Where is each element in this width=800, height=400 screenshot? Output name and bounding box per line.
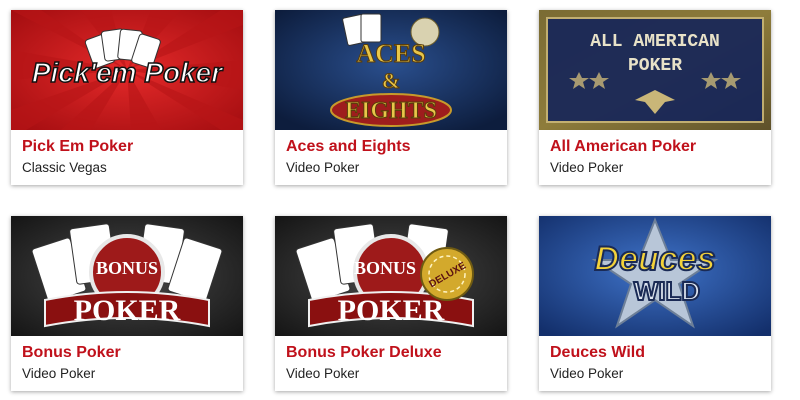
game-card-deuces-wild[interactable]: Deuces WILD Deuces Wild Video Poker	[539, 216, 771, 391]
game-title[interactable]: Bonus Poker Deluxe	[286, 344, 442, 362]
game-thumbnail[interactable]: Pick'em Poker	[11, 10, 243, 130]
game-category: Video Poker	[550, 160, 624, 175]
svg-text:POKER: POKER	[628, 56, 682, 76]
game-category: Video Poker	[550, 366, 624, 381]
game-category: Video Poker	[286, 366, 360, 381]
svg-text:ALL AMERICAN: ALL AMERICAN	[590, 32, 720, 52]
game-title[interactable]: Bonus Poker	[22, 344, 121, 362]
game-card-bonus-poker[interactable]: BONUS POKER Bonus Poker Video Poker	[11, 216, 243, 391]
svg-text:WILD: WILD	[634, 276, 700, 306]
game-category: Classic Vegas	[22, 160, 107, 175]
svg-text:BONUS: BONUS	[354, 258, 416, 278]
game-card-pick-em-poker[interactable]: Pick'em Poker Pick Em Poker Classic Vega…	[11, 10, 243, 185]
game-logo-text: Pick'em Poker	[32, 57, 224, 88]
game-title[interactable]: All American Poker	[550, 138, 696, 156]
game-card-aces-and-eights[interactable]: ACES & EIGHTS Aces and Eights Video Poke…	[275, 10, 507, 185]
game-title[interactable]: Deuces Wild	[550, 344, 645, 362]
svg-text:ACES: ACES	[356, 39, 425, 68]
svg-text:POKER: POKER	[74, 294, 181, 327]
svg-text:POKER: POKER	[338, 294, 445, 327]
svg-text:EIGHTS: EIGHTS	[345, 98, 437, 124]
svg-text:&: &	[382, 68, 400, 93]
game-thumbnail[interactable]: ACES & EIGHTS	[275, 10, 507, 130]
game-grid: Pick'em Poker Pick Em Poker Classic Vega…	[0, 0, 800, 400]
game-category: Video Poker	[286, 160, 360, 175]
game-title[interactable]: Aces and Eights	[286, 138, 410, 156]
game-thumbnail[interactable]: BONUS POKER DELUXE	[275, 216, 507, 336]
svg-text:Deuces: Deuces	[595, 240, 716, 278]
game-card-all-american-poker[interactable]: ALL AMERICAN POKER All American Poker Vi…	[539, 10, 771, 185]
game-thumbnail[interactable]: ALL AMERICAN POKER	[539, 10, 771, 130]
game-category: Video Poker	[22, 366, 96, 381]
game-thumbnail[interactable]: BONUS POKER	[11, 216, 243, 336]
game-thumbnail[interactable]: Deuces WILD	[539, 216, 771, 336]
svg-text:BONUS: BONUS	[96, 258, 158, 278]
game-card-bonus-poker-deluxe[interactable]: BONUS POKER DELUXE Bonus Poker Deluxe Vi…	[275, 216, 507, 391]
game-title[interactable]: Pick Em Poker	[22, 138, 133, 156]
